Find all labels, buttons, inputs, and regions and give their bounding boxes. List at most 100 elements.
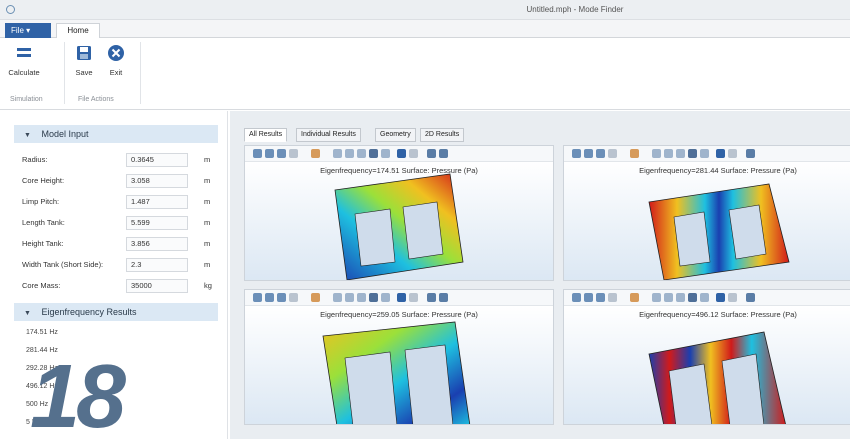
unit-label: m	[204, 176, 211, 185]
view-xy-icon[interactable]	[652, 149, 661, 158]
length-tank-field[interactable]: 5.599	[126, 216, 188, 230]
zoom-extents-icon[interactable]	[277, 149, 286, 158]
ribbon: Calculate Simulation Save Exit File Acti…	[0, 38, 850, 110]
tab-all-results[interactable]: All Results	[244, 128, 288, 142]
print-icon[interactable]	[439, 293, 448, 302]
calculate-button[interactable]: Calculate	[6, 44, 42, 86]
input-label: Length Tank:	[22, 218, 65, 227]
result-plot-2[interactable]: Eigenfrequency=281.44 Surface: Pressure …	[563, 145, 850, 281]
grid-icon[interactable]	[289, 149, 298, 158]
wireframe-icon[interactable]	[700, 293, 709, 302]
eigenfrequency-results-header[interactable]: ▼ Eigenfrequency Results	[14, 303, 218, 321]
zoom-out-icon[interactable]	[265, 149, 274, 158]
tab-geometry[interactable]: Geometry	[375, 128, 416, 142]
core-mass-field[interactable]: 35000	[126, 279, 188, 293]
zoom-extents-icon[interactable]	[596, 149, 605, 158]
scene-light-icon[interactable]	[397, 293, 406, 302]
plot-canvas	[245, 162, 553, 280]
zoom-in-icon[interactable]	[253, 293, 262, 302]
zoom-extents-icon[interactable]	[596, 293, 605, 302]
plot-title: Eigenfrequency=496.12 Surface: Pressure …	[639, 310, 797, 319]
model-input-header[interactable]: ▼ Model Input	[14, 125, 218, 143]
result-item: 174.51 Hz	[26, 329, 58, 336]
zoom-out-icon[interactable]	[584, 149, 593, 158]
width-tank-field[interactable]: 2.3	[126, 258, 188, 272]
wireframe-icon[interactable]	[381, 149, 390, 158]
input-row-core-height: Core Height: 3.058 m	[22, 172, 218, 190]
plot-toolbar	[564, 290, 850, 306]
camera-icon[interactable]	[746, 293, 755, 302]
camera-icon[interactable]	[427, 149, 436, 158]
save-label: Save	[75, 68, 93, 77]
transparency-icon[interactable]	[409, 149, 418, 158]
view-dropdown-icon[interactable]	[311, 149, 320, 158]
tab-home[interactable]: Home	[56, 23, 100, 39]
view-xy-icon[interactable]	[333, 293, 342, 302]
view-yz-icon[interactable]	[664, 149, 673, 158]
view-xy-icon[interactable]	[333, 149, 342, 158]
render-icon[interactable]	[369, 293, 378, 302]
scene-light-icon[interactable]	[716, 293, 725, 302]
unit-label: m	[204, 197, 211, 206]
zoom-in-icon[interactable]	[253, 149, 262, 158]
grid-icon[interactable]	[289, 293, 298, 302]
view-yz-icon[interactable]	[664, 293, 673, 302]
view-zx-icon[interactable]	[676, 149, 685, 158]
height-tank-field[interactable]: 3.856	[126, 237, 188, 251]
camera-icon[interactable]	[427, 293, 436, 302]
result-plot-3[interactable]: Eigenfrequency=259.05 Surface: Pressure …	[244, 289, 554, 425]
scene-light-icon[interactable]	[716, 149, 725, 158]
zoom-in-icon[interactable]	[572, 149, 581, 158]
scene-light-icon[interactable]	[397, 149, 406, 158]
view-dropdown-icon[interactable]	[630, 293, 639, 302]
view-dropdown-icon[interactable]	[311, 293, 320, 302]
radius-field[interactable]: 0.3645	[126, 153, 188, 167]
render-icon[interactable]	[369, 149, 378, 158]
core-height-field[interactable]: 3.058	[126, 174, 188, 188]
eigenfrequency-results-title: Eigenfrequency Results	[41, 307, 137, 317]
mode-shape-render	[322, 321, 471, 424]
results-area: All Results Individual Results Geometry …	[230, 111, 850, 439]
limp-pitch-field[interactable]: 1.487	[126, 195, 188, 209]
input-row-length-tank: Length Tank: 5.599 m	[22, 214, 218, 232]
plot-toolbar	[245, 146, 553, 162]
transparency-icon[interactable]	[728, 293, 737, 302]
view-yz-icon[interactable]	[345, 149, 354, 158]
input-row-height-tank: Height Tank: 3.856 m	[22, 235, 218, 253]
input-label: Width Tank (Short Side):	[22, 260, 104, 269]
view-yz-icon[interactable]	[345, 293, 354, 302]
print-icon[interactable]	[439, 149, 448, 158]
view-dropdown-icon[interactable]	[630, 149, 639, 158]
view-zx-icon[interactable]	[676, 293, 685, 302]
zoom-out-icon[interactable]	[265, 293, 274, 302]
ribbon-tabs: File ▾ Home	[0, 20, 850, 39]
result-plot-4[interactable]: Eigenfrequency=496.12 Surface: Pressure …	[563, 289, 850, 425]
view-zx-icon[interactable]	[357, 293, 366, 302]
exit-button[interactable]: Exit	[98, 44, 134, 86]
view-zx-icon[interactable]	[357, 149, 366, 158]
wireframe-icon[interactable]	[700, 149, 709, 158]
view-xy-icon[interactable]	[652, 293, 661, 302]
chevron-down-icon: ▼	[24, 132, 31, 139]
tab-2d-results[interactable]: 2D Results	[420, 128, 465, 142]
transparency-icon[interactable]	[728, 149, 737, 158]
grid-icon[interactable]	[608, 149, 617, 158]
plot-canvas	[564, 306, 850, 424]
render-icon[interactable]	[688, 293, 697, 302]
result-plot-1[interactable]: Eigenfrequency=174.51 Surface: Pressure …	[244, 145, 554, 281]
input-label: Height Tank:	[22, 239, 64, 248]
transparency-icon[interactable]	[409, 293, 418, 302]
render-icon[interactable]	[688, 149, 697, 158]
mode-shape-render	[648, 331, 786, 424]
tab-individual-results[interactable]: Individual Results	[296, 128, 361, 142]
wireframe-icon[interactable]	[381, 293, 390, 302]
zoom-in-icon[interactable]	[572, 293, 581, 302]
file-tab[interactable]: File ▾	[5, 23, 51, 38]
save-button[interactable]: Save	[66, 44, 102, 86]
camera-icon[interactable]	[746, 149, 755, 158]
grid-icon[interactable]	[608, 293, 617, 302]
input-label: Core Mass:	[22, 281, 61, 290]
title-bar: Untitled.mph - Mode Finder	[0, 0, 850, 20]
zoom-out-icon[interactable]	[584, 293, 593, 302]
zoom-extents-icon[interactable]	[277, 293, 286, 302]
